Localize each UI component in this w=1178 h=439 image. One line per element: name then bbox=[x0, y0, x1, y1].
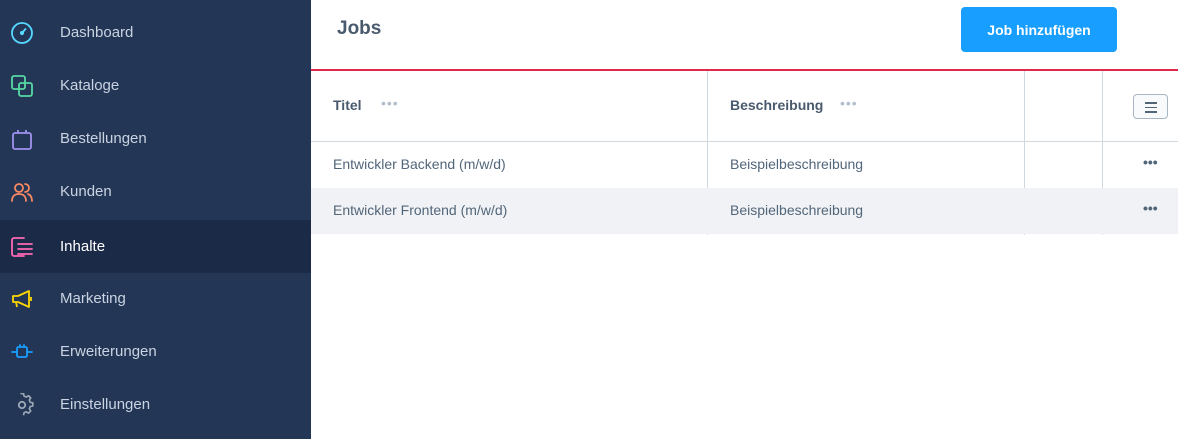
column-menu-beschreibung-button[interactable]: ••• bbox=[840, 95, 858, 111]
table-row[interactable]: Entwickler Backend (m/w/d) Beispielbesch… bbox=[311, 142, 1178, 188]
sidebar: Dashboard Kataloge Bestellungen Kunden I… bbox=[0, 0, 311, 439]
cell-description: Beispielbeschreibung bbox=[730, 202, 864, 218]
grid-settings-button[interactable] bbox=[1133, 94, 1168, 119]
sidebar-item-label: Bestellungen bbox=[60, 130, 147, 147]
sidebar-item-kataloge[interactable]: Kataloge bbox=[0, 59, 311, 112]
cell-title: Entwickler Frontend (m/w/d) bbox=[333, 202, 508, 218]
gauge-icon bbox=[10, 21, 34, 45]
sidebar-item-erweiterungen[interactable]: Erweiterungen bbox=[0, 325, 311, 378]
shopping-bag-icon bbox=[10, 127, 34, 151]
main-content: Jobs Job hinzufügen Titel ••• Beschreibu… bbox=[311, 0, 1178, 439]
sidebar-item-inhalte[interactable]: Inhalte bbox=[0, 220, 311, 273]
sidebar-item-label: Einstellungen bbox=[60, 396, 151, 413]
sidebar-item-kunden[interactable]: Kunden bbox=[0, 165, 311, 218]
cell-description: Beispielbeschreibung bbox=[730, 156, 864, 172]
row-actions-button[interactable]: ••• bbox=[1143, 200, 1158, 216]
cell-title: Entwickler Backend (m/w/d) bbox=[333, 156, 506, 172]
sidebar-item-marketing[interactable]: Marketing bbox=[0, 272, 311, 325]
column-header-beschreibung[interactable]: Beschreibung bbox=[730, 97, 823, 113]
sidebar-item-label: Kunden bbox=[60, 183, 112, 200]
gear-icon bbox=[10, 392, 34, 417]
table-header: Titel ••• Beschreibung ••• bbox=[311, 71, 1178, 142]
content-list-icon bbox=[10, 235, 34, 259]
sidebar-item-label: Kataloge bbox=[60, 77, 120, 94]
column-header-titel[interactable]: Titel bbox=[333, 97, 362, 113]
sidebar-item-label: Dashboard bbox=[60, 24, 134, 41]
sidebar-item-dashboard[interactable]: Dashboard bbox=[0, 6, 311, 59]
add-job-button[interactable]: Job hinzufügen bbox=[961, 7, 1117, 52]
table-row[interactable]: Entwickler Frontend (m/w/d) Beispielbesc… bbox=[311, 188, 1178, 234]
sidebar-item-label: Marketing bbox=[60, 290, 126, 307]
sidebar-item-label: Inhalte bbox=[60, 238, 106, 255]
row-actions-button[interactable]: ••• bbox=[1143, 154, 1158, 170]
users-icon bbox=[10, 180, 34, 204]
plug-icon bbox=[10, 340, 34, 364]
copy-icon bbox=[10, 74, 34, 98]
sidebar-item-label: Erweiterungen bbox=[60, 343, 157, 360]
page-title: Jobs bbox=[337, 18, 382, 39]
column-menu-titel-button[interactable]: ••• bbox=[381, 95, 399, 111]
megaphone-icon bbox=[10, 287, 34, 311]
sidebar-item-bestellungen[interactable]: Bestellungen bbox=[0, 112, 311, 165]
sidebar-item-einstellungen[interactable]: Einstellungen bbox=[0, 378, 311, 431]
